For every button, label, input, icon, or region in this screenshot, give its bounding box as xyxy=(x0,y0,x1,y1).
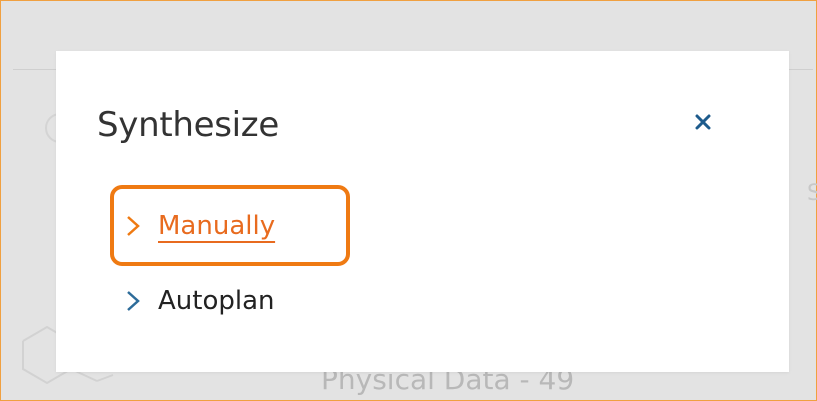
synthesize-dialog: Synthesize Manually Autoplan xyxy=(56,51,789,372)
background-partial-text: S xyxy=(807,181,817,206)
close-icon xyxy=(695,114,711,130)
option-manually-label[interactable]: Manually xyxy=(158,210,275,242)
dialog-title: Synthesize xyxy=(97,105,279,145)
option-manually[interactable]: Manually xyxy=(110,185,350,266)
option-autoplan-label[interactable]: Autoplan xyxy=(158,285,275,317)
close-button[interactable] xyxy=(688,107,718,137)
chevron-right-icon xyxy=(127,291,140,311)
option-autoplan[interactable]: Autoplan xyxy=(124,281,275,321)
chevron-right-icon xyxy=(127,215,140,236)
